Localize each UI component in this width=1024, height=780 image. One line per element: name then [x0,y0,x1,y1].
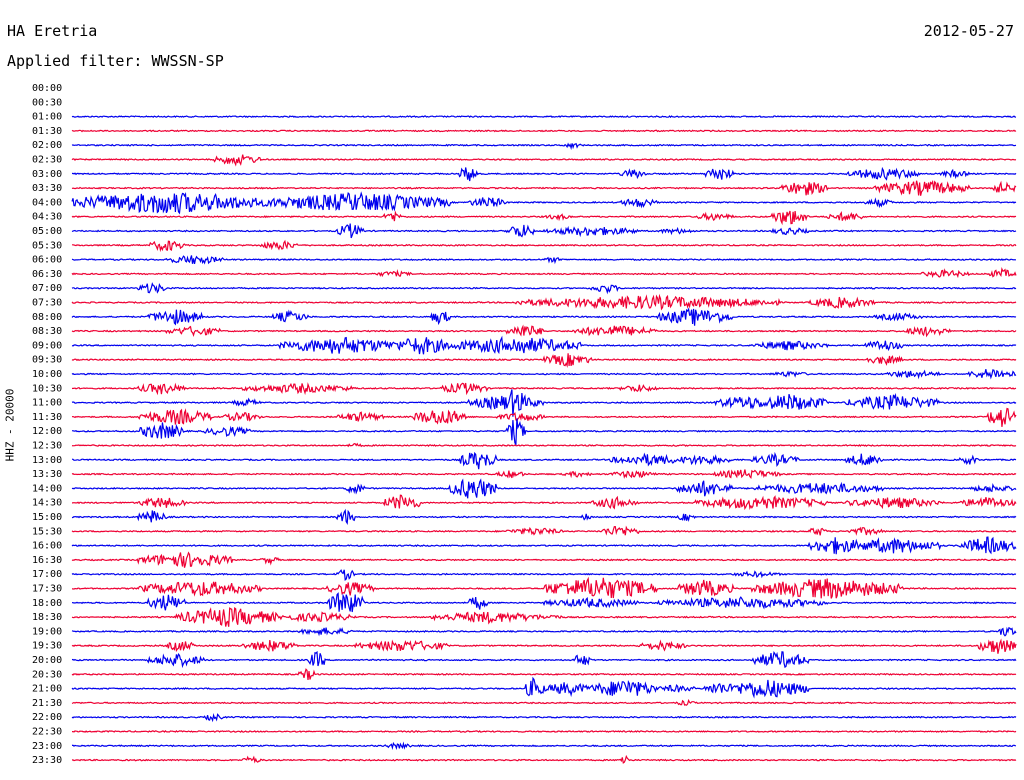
time-tick-label: 04:30 [32,212,62,223]
time-tick-label: 08:30 [32,326,62,337]
trace-line [71,551,1017,568]
trace-line [71,712,1017,723]
trace-line [71,442,1017,448]
time-tick-label: 19:30 [32,641,62,652]
time-tick-label: 00:00 [32,83,62,94]
time-tick-label: 15:30 [32,526,62,537]
trace-line [71,389,1017,417]
trace-line [72,494,1017,511]
time-tick-label: 21:00 [32,684,62,695]
trace-line [72,729,1017,733]
time-tick-label: 22:00 [32,712,62,723]
trace-line [71,129,1017,133]
time-tick-label: 09:30 [32,355,62,366]
trace-line [71,324,1017,338]
time-tick-label: 12:00 [32,426,62,437]
trace-line [71,115,1017,119]
trace-line [71,607,1017,627]
trace-line [71,154,1017,167]
trace-line [71,166,1017,182]
time-tick-label: 11:30 [32,412,62,423]
time-tick-label: 20:00 [32,655,62,666]
trace-line [71,223,1017,239]
trace-line [71,508,1017,525]
time-tick-label: 06:00 [32,255,62,266]
time-tick-label: 01:30 [32,126,62,137]
trace-line [71,418,1017,447]
time-tick-label: 19:00 [32,626,62,637]
trace-line [71,592,1017,613]
trace-line [71,335,1017,355]
trace-line [71,741,1017,751]
trace-line [71,569,1017,581]
trace-line [71,650,1017,669]
trace-line [71,180,1017,196]
time-tick-label: 17:00 [32,569,62,580]
time-tick-label: 11:00 [32,398,62,409]
time-tick-label: 00:30 [32,97,62,108]
trace-line [71,282,1017,295]
trace-line [71,255,1016,265]
time-tick-label: 18:00 [32,598,62,609]
trace-line [71,626,1017,637]
time-tick-label: 16:30 [32,555,62,566]
time-tick-label: 18:30 [32,612,62,623]
trace-line [71,478,1017,499]
time-tick-label: 07:30 [32,298,62,309]
trace-line [71,451,1017,470]
time-tick-label: 22:30 [32,727,62,738]
time-tick-label: 15:00 [32,512,62,523]
time-tick-label: 08:00 [32,312,62,323]
trace-line [71,638,1017,654]
trace-line [71,668,1017,680]
trace-line [71,754,1017,764]
trace-line [71,142,1017,151]
time-tick-label: 14:30 [32,498,62,509]
trace-line [71,676,1017,699]
time-tick-label: 21:30 [32,698,62,709]
trace-line [71,353,1017,368]
trace-line [71,525,1017,536]
trace-line [72,239,1017,253]
trace-line [71,698,1017,706]
time-tick-label: 10:00 [32,369,62,380]
helicorder-plot: 00:00 00:30 01:00 01:30 02:00 02:30 03:00 03:30… [32,83,1017,766]
time-tick-label: 13:00 [32,455,62,466]
time-tick-label: 05:30 [32,240,62,251]
time-tick-label: 14:00 [32,483,62,494]
time-tick-label: 06:30 [32,269,62,280]
trace-line [71,576,1017,599]
time-tick-label: 12:30 [32,441,62,452]
trace-line [71,407,1017,427]
trace-line [71,293,1017,311]
time-tick-label: 17:30 [32,584,62,595]
trace-line [71,369,1017,380]
trace-line [71,266,1017,279]
time-tick-label: 09:00 [32,340,62,351]
time-tick-label: 20:30 [32,669,62,680]
time-tick-label: 02:30 [32,155,62,166]
trace-line [71,210,1017,226]
time-tick-label: 02:00 [32,140,62,151]
time-tick-label: 23:30 [32,755,62,766]
time-tick-label: 04:00 [32,197,62,208]
time-tick-label: 01:00 [32,112,62,123]
time-tick-label: 13:30 [32,469,62,480]
time-tick-label: 16:00 [32,541,62,552]
time-tick-label: 23:00 [32,741,62,752]
time-tick-label: 03:00 [32,169,62,180]
time-tick-label: 05:00 [32,226,62,237]
trace-line [71,382,1017,396]
trace-line [71,307,1017,326]
trace-line [71,191,1017,215]
trace-line [71,469,1017,480]
time-tick-label: 10:30 [32,383,62,394]
time-tick-label: 07:00 [32,283,62,294]
trace-line [71,536,1017,555]
time-tick-label: 03:30 [32,183,62,194]
